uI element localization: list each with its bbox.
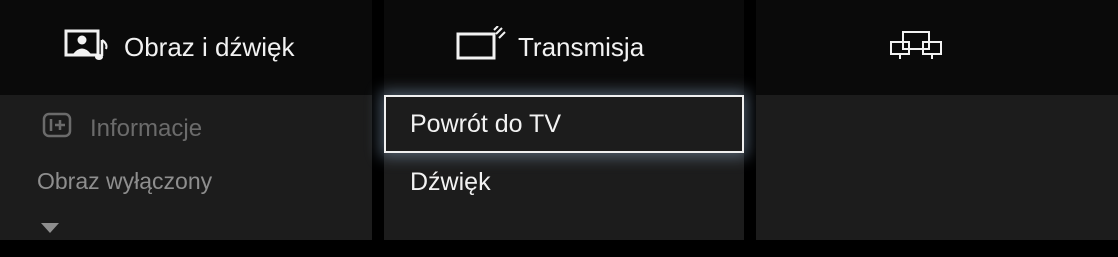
picture-sound-title: Obraz i dźwięk <box>124 32 295 62</box>
picture-sound-panel[interactable]: Obraz i dźwięk Informacje Obraz wyłączon… <box>0 0 372 240</box>
picture-sound-icon <box>64 26 114 69</box>
broadcast-panel[interactable]: Transmisja Powrót do TV Dźwięk <box>384 0 744 240</box>
multiscreen-header[interactable] <box>756 0 1118 95</box>
multiscreen-panel[interactable] <box>756 0 1118 240</box>
menu-item-sound[interactable]: Dźwięk <box>384 153 744 211</box>
multi-screen-icon <box>888 28 946 67</box>
info-plus-icon <box>42 112 72 145</box>
broadcast-title: Transmisja <box>518 32 645 62</box>
menu-item-back-to-tv[interactable]: Powrót do TV <box>384 95 744 153</box>
broadcast-header[interactable]: Transmisja <box>384 0 744 95</box>
menu-item-label: Powrót do TV <box>410 109 562 138</box>
info-item[interactable]: Informacje <box>42 112 202 145</box>
chevron-down-icon <box>41 220 59 238</box>
info-label: Informacje <box>90 114 203 142</box>
picture-sound-header[interactable]: Obraz i dźwięk <box>0 0 372 95</box>
multiscreen-body <box>756 95 1118 240</box>
picture-status-text: Obraz wyłączony <box>37 168 213 194</box>
menu-item-label: Dźwięk <box>410 167 491 196</box>
tv-broadcast-icon <box>456 25 508 69</box>
